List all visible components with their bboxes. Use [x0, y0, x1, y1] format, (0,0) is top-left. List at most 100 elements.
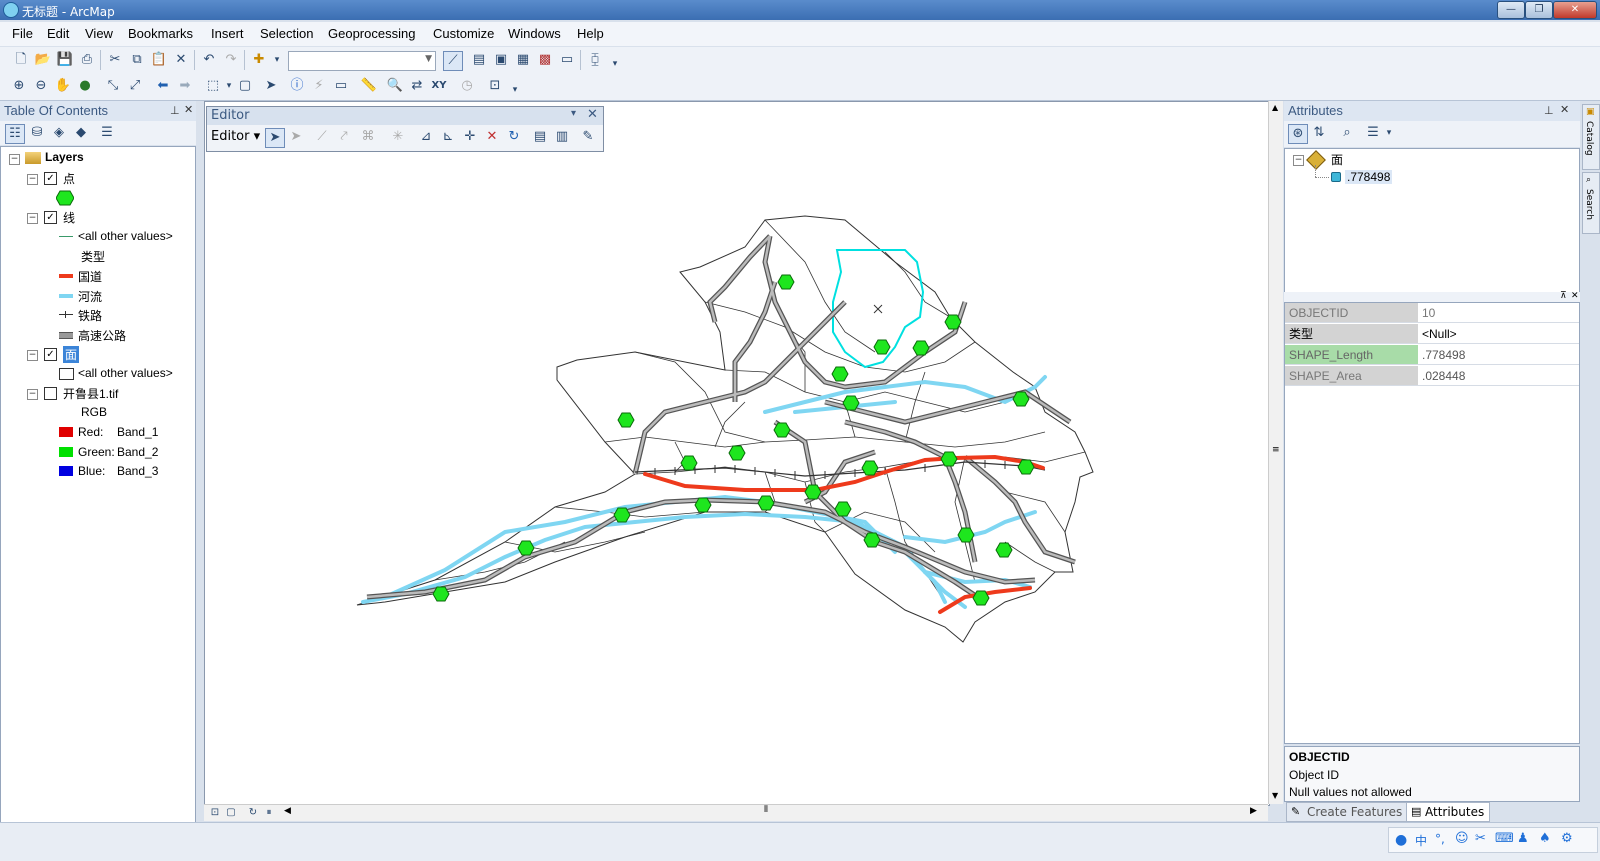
catalog-side-tab[interactable]: ▣ Catalog [1582, 104, 1600, 170]
zoom-to-feature-icon[interactable]: ⌕ [1338, 124, 1356, 142]
list-by-visibility-icon[interactable]: ◈ [50, 124, 68, 142]
maximize-button[interactable]: ❐ [1525, 1, 1553, 19]
raster-layer-label[interactable]: 开鲁县1.tif [63, 385, 118, 402]
zoom-in-icon[interactable]: ⊕ [10, 77, 28, 95]
scroll-grip-icon[interactable]: ≡ [1272, 445, 1280, 455]
map-vertical-scrollbar[interactable]: ▲ ≡ ▼ [1268, 101, 1283, 804]
close-icon[interactable]: ✕ [1560, 103, 1569, 116]
minimize-button[interactable]: — [1497, 1, 1525, 19]
identify-icon[interactable]: ⓘ [288, 77, 306, 95]
time-slider-icon[interactable]: ◷ [458, 77, 476, 95]
point-tool-icon[interactable]: ✳ [389, 128, 407, 146]
map-canvas[interactable] [205, 102, 1269, 805]
editor-toolbar-icon[interactable]: ⟋ [443, 51, 463, 71]
editor-toolbar-header[interactable]: Editor ▾ ✕ [207, 107, 603, 125]
hscroll-grip-icon[interactable]: ⦀ [764, 805, 768, 815]
sketch-properties-icon[interactable]: ▥ [553, 128, 571, 146]
menu-customize[interactable]: Customize [433, 26, 494, 41]
create-viewer-icon[interactable]: ⊡ [486, 77, 504, 95]
scroll-down-icon[interactable]: ▼ [1272, 791, 1278, 800]
line-layer-label[interactable]: 线 [63, 209, 75, 226]
edit-vertices-icon[interactable]: ⊿ [417, 128, 435, 146]
map-scale-combo[interactable]: ▼ [288, 51, 436, 71]
straight-segment-icon[interactable]: ⟋ [313, 128, 331, 146]
ime-scissors-icon[interactable]: ✂ [1475, 831, 1486, 846]
new-document-icon[interactable]: 🗋 [12, 51, 30, 69]
zoom-out-icon[interactable]: ⊖ [32, 77, 50, 95]
paste-icon[interactable]: 📋 [150, 51, 168, 69]
modelbuilder-icon[interactable]: ⧮ [586, 51, 604, 69]
forward-extent-icon[interactable]: ➡ [176, 77, 194, 95]
catalog-window-icon[interactable]: ▣ [492, 51, 510, 69]
collapse-table-icon[interactable]: ⊼ [1560, 291, 1567, 301]
options-dropdown-icon[interactable]: ▾ [1380, 124, 1398, 142]
tab-create-features[interactable]: ✎ Create Features [1286, 802, 1408, 822]
list-by-selection-icon[interactable]: ◆ [72, 124, 90, 142]
add-data-dropdown-icon[interactable]: ▾ [268, 51, 286, 69]
save-icon[interactable]: 💾 [56, 51, 74, 69]
toolbar-options-icon[interactable]: ▾ [606, 55, 624, 73]
menu-bookmarks[interactable]: Bookmarks [128, 26, 193, 41]
ime-punctuation-icon[interactable]: °, [1435, 832, 1445, 846]
pin-icon[interactable]: ⊥ [1544, 104, 1554, 117]
attributes-splitter[interactable]: ⊼ ✕ [1284, 291, 1580, 302]
menu-windows[interactable]: Windows [508, 26, 561, 41]
map-view[interactable] [204, 101, 1270, 806]
point-layer-checkbox[interactable]: ✓ [44, 172, 57, 185]
menu-insert[interactable]: Insert [211, 26, 244, 41]
attributes-feature-id[interactable]: .778498 [1345, 170, 1393, 184]
toc-root-layers[interactable]: Layers [45, 150, 84, 164]
hyperlink-icon[interactable]: ⚡ [310, 77, 328, 95]
delete-icon[interactable]: ✕ [172, 51, 190, 69]
editor-close-icon[interactable]: ✕ [587, 107, 598, 122]
close-table-icon[interactable]: ✕ [1571, 291, 1579, 301]
polygon-layer-label[interactable]: 面 [63, 346, 80, 363]
ime-user-icon[interactable]: ♟ [1517, 831, 1529, 846]
edit-annotation-icon[interactable]: ➤ [287, 128, 305, 146]
raster-layer-checkbox[interactable] [44, 387, 57, 400]
pin-icon[interactable]: ⊥ [170, 104, 180, 117]
editor-dropdown-icon[interactable]: ▾ [571, 108, 576, 119]
list-by-drawing-order-icon[interactable]: ☷ [5, 124, 25, 144]
collapse-icon[interactable]: − [27, 350, 38, 361]
editor-menu-button[interactable]: Editor ▾ [211, 129, 260, 144]
map-horizontal-scrollbar[interactable]: ⊡ ▢ ↻ ⏸ ◀ ⦀ ▶ [204, 804, 1268, 821]
menu-selection[interactable]: Selection [260, 26, 313, 41]
html-popup-icon[interactable]: ▭ [332, 77, 350, 95]
point-layer-label[interactable]: 点 [63, 170, 75, 187]
attributes-window-icon[interactable]: ▤ [531, 128, 549, 146]
line-layer-checkbox[interactable]: ✓ [44, 211, 57, 224]
layout-view-icon[interactable]: ▢ [222, 804, 240, 822]
table-of-contents-icon[interactable]: ▤ [470, 51, 488, 69]
collapse-icon[interactable]: − [1293, 155, 1304, 166]
polygon-layer-checkbox[interactable]: ✓ [44, 348, 57, 361]
ime-settings-icon[interactable]: ⚙ [1561, 831, 1573, 846]
collapse-icon[interactable]: − [9, 154, 20, 165]
toc-options-icon[interactable]: ☰ [98, 124, 116, 142]
rotate-icon[interactable]: ↻ [505, 128, 523, 146]
search-window-icon[interactable]: ▦ [514, 51, 532, 69]
fixed-zoom-out-icon[interactable]: ⤢ [126, 77, 144, 95]
scroll-up-icon[interactable]: ▲ [1272, 103, 1278, 112]
menu-edit[interactable]: Edit [47, 26, 69, 41]
search-side-tab[interactable]: ⌕ Search [1582, 172, 1600, 234]
sort-icon[interactable]: ⇅ [1310, 124, 1328, 142]
split-icon[interactable]: ✕ [483, 128, 501, 146]
value-type[interactable]: <Null> [1418, 324, 1579, 344]
menu-geoprocessing[interactable]: Geoprocessing [328, 26, 415, 41]
clear-selection-icon[interactable]: ▢ [236, 77, 254, 95]
construction-tools-icon[interactable]: ⌘ [359, 128, 377, 146]
toolbar2-options-icon[interactable]: ▾ [506, 81, 524, 99]
pause-drawing-icon[interactable]: ⏸ [260, 804, 278, 822]
ime-keyboard-icon[interactable]: ⌨ [1495, 831, 1514, 846]
open-icon[interactable]: 📂 [34, 51, 52, 69]
full-extent-icon[interactable]: ● [76, 77, 94, 95]
scroll-left-icon[interactable]: ◀ [284, 806, 291, 816]
menu-file[interactable]: File [12, 26, 33, 41]
create-features-icon[interactable]: ✎ [579, 128, 597, 146]
collapse-icon[interactable]: − [27, 389, 38, 400]
list-by-source-icon[interactable]: ⛁ [28, 124, 46, 142]
pan-icon[interactable]: ✋ [54, 77, 72, 95]
ime-emoji-icon[interactable]: ☺ [1455, 831, 1469, 846]
attributes-layer-name[interactable]: 面 [1331, 151, 1343, 168]
